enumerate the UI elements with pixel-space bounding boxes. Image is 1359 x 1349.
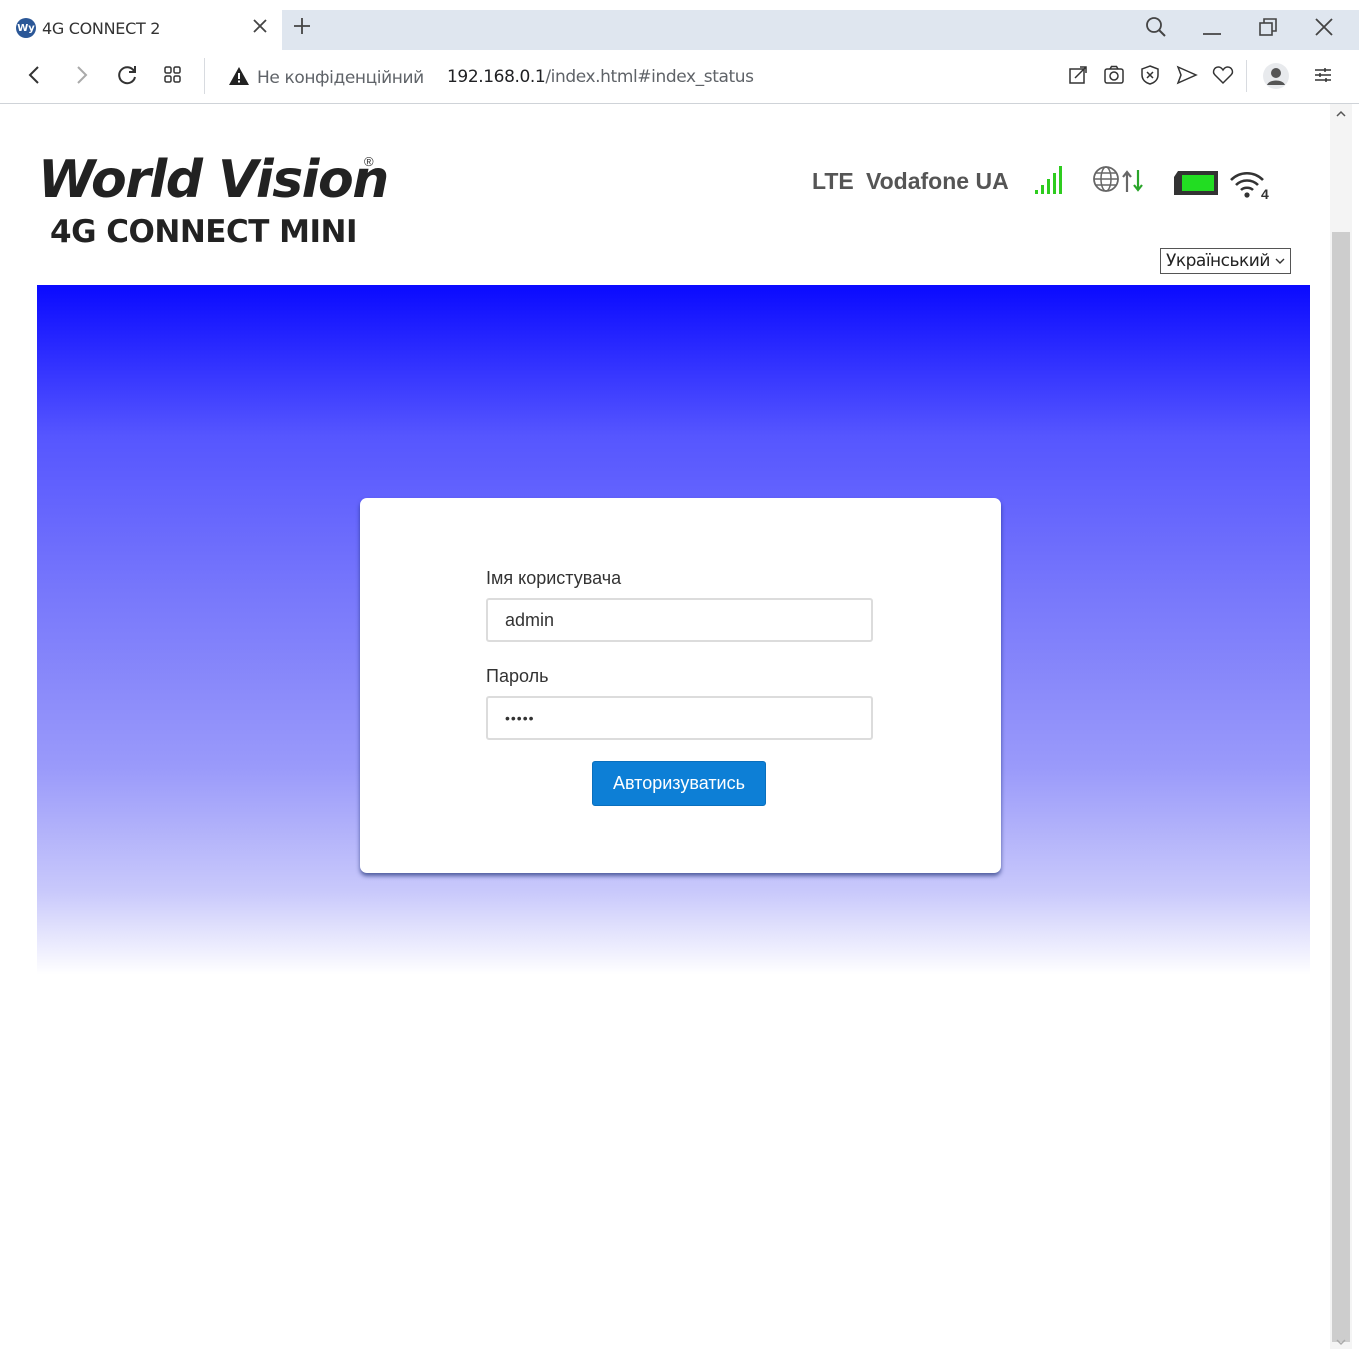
scroll-down-icon[interactable]: [1334, 1336, 1348, 1348]
minimize-icon[interactable]: [1199, 14, 1225, 40]
security-status[interactable]: Не конфіденційний: [257, 68, 424, 88]
product-name: 4G CONNECT MINI: [50, 214, 358, 250]
heart-icon[interactable]: [1210, 62, 1236, 88]
send-icon[interactable]: [1174, 62, 1200, 88]
menu-icon[interactable]: [1310, 62, 1336, 88]
browser-tabbar: Wy 4G CONNECT 2: [0, 0, 1359, 50]
battery-icon: [1174, 171, 1218, 195]
tab-strip: [282, 10, 1359, 50]
password-label: Пароль: [486, 666, 549, 686]
close-icon[interactable]: [1311, 14, 1337, 40]
scrollbar-thumb[interactable]: [1332, 232, 1350, 1342]
password-input[interactable]: [486, 696, 873, 740]
search-icon[interactable]: [1143, 14, 1169, 40]
back-icon[interactable]: [22, 62, 48, 88]
operator-name: Vodafone UA: [866, 168, 1009, 194]
wifi-clients-count: 4: [1261, 186, 1269, 202]
username-label: Імя користувача: [486, 568, 622, 588]
login-card: Імя користувача Пароль Авторизуватись: [360, 498, 1001, 873]
block-icon[interactable]: [1137, 62, 1163, 88]
globe-icon: [1093, 166, 1143, 192]
url-path: /index.html#index_status: [545, 67, 754, 87]
browser-tab[interactable]: Wy 4G CONNECT 2: [0, 6, 282, 50]
registered-mark: ®: [364, 154, 374, 169]
tab-close-icon[interactable]: [248, 14, 272, 38]
forward-icon[interactable]: [68, 62, 94, 88]
signal-icon: [1035, 166, 1062, 194]
username-input[interactable]: [486, 598, 873, 642]
login-button[interactable]: Авторизуватись: [592, 761, 766, 806]
address-separator: [204, 58, 205, 94]
reload-icon[interactable]: [114, 62, 140, 88]
warning-icon[interactable]: [228, 66, 250, 86]
profile-icon[interactable]: [1262, 62, 1290, 90]
data-arrows-icon: [1122, 170, 1143, 192]
toolbar-separator: [1246, 60, 1247, 92]
url-host: 192.168.0.1: [447, 67, 546, 87]
scroll-up-icon[interactable]: [1334, 108, 1348, 120]
favicon-icon: Wy: [16, 18, 36, 38]
share-icon[interactable]: [1065, 62, 1091, 88]
wifi-icon: 4: [1230, 171, 1269, 202]
language-selected: Український: [1166, 251, 1270, 271]
language-select[interactable]: Український: [1160, 248, 1291, 274]
camera-icon[interactable]: [1101, 62, 1127, 88]
address-bar[interactable]: 192.168.0.1/index.html#index_status: [447, 67, 754, 87]
apps-icon[interactable]: [160, 62, 186, 88]
brand-logo: World Vision: [38, 150, 389, 210]
network-type: LTE: [812, 168, 854, 194]
new-tab-icon[interactable]: [290, 14, 314, 38]
browser-toolbar: Не конфіденційний 192.168.0.1/index.html…: [0, 50, 1359, 104]
restore-icon[interactable]: [1255, 14, 1281, 40]
chevron-down-icon: [1275, 258, 1285, 264]
tab-title: 4G CONNECT 2: [42, 18, 161, 38]
